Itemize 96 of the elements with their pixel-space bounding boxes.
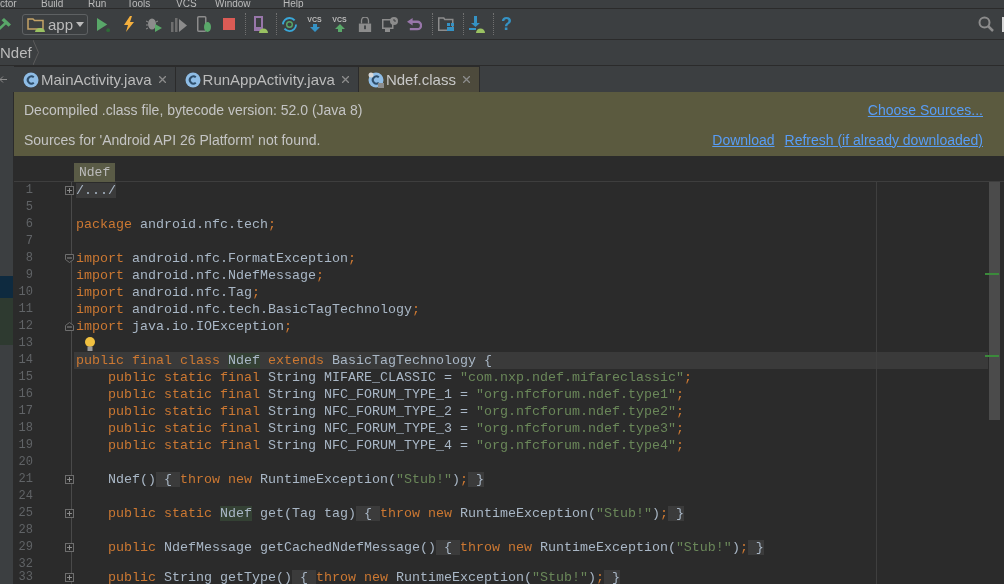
change-marker	[985, 355, 999, 357]
chevron-icon	[32, 40, 39, 65]
menu-item[interactable]: Build	[41, 0, 64, 8]
code-line: public String getType() { throw new RuntimeException("Stub!"); }	[107, 573, 620, 582]
line-number: 29	[17, 539, 33, 556]
toolbar-edge-widget	[1002, 16, 1004, 32]
expand-icon[interactable]	[65, 475, 74, 484]
code-line: public static final String NFC_FORUM_TYPE_1 = "org.nfcforum.ndef.type1";	[107, 386, 684, 403]
help-button[interactable]: ?	[494, 12, 519, 36]
code-line: import android.nfc.FormatException;	[76, 250, 356, 267]
class-icon	[184, 71, 201, 88]
line-number: 15	[17, 369, 33, 386]
line-number: 11	[17, 301, 33, 318]
scrollbar-thumb[interactable]	[989, 182, 1000, 420]
line-number: 10	[17, 284, 33, 301]
code-line: public static Ndef get(Tag tag) { throw new RuntimeException("Stub!"); }	[107, 505, 684, 522]
change-marker	[985, 273, 999, 275]
menu-item[interactable]: VCS	[176, 0, 197, 8]
play-icon[interactable]	[97, 16, 110, 32]
download-android-icon[interactable]	[468, 15, 485, 33]
banner-message: Decompiled .class file, bytecode version: 52.0 (Java 8)	[24, 100, 363, 120]
code-line: public final class Ndef extends BasicTagTechnology {	[76, 352, 492, 369]
code-line: public static final String NFC_FORUM_TYPE_4 = "org.nfcforum.ndef.type4";	[107, 437, 684, 454]
collapse-icon[interactable]	[65, 254, 74, 263]
line-number: 9	[24, 267, 33, 284]
line-number: 7	[24, 233, 33, 250]
arrow-left-icon[interactable]	[0, 75, 7, 83]
line-number: 19	[17, 437, 33, 454]
line-number: 8	[24, 250, 33, 267]
menu-item[interactable]: ctor	[0, 0, 17, 8]
folder-android-icon	[27, 16, 45, 32]
code-line: public static final String NFC_FORUM_TYPE_3 = "org.nfcforum.ndef.type3";	[107, 420, 684, 437]
hammer-icon[interactable]	[0, 16, 12, 32]
line-number: 20	[17, 454, 33, 471]
line-number: 21	[17, 471, 33, 488]
close-icon[interactable]	[341, 76, 349, 83]
phone-android-icon[interactable]	[251, 15, 268, 33]
code-line: import android.nfc.Tag;	[76, 284, 260, 301]
line-number: 6	[24, 216, 33, 233]
close-icon[interactable]	[158, 76, 166, 83]
code-line: import android.nfc.NdefMessage;	[76, 267, 324, 284]
class-icon	[23, 71, 39, 88]
line-number: 33	[17, 573, 33, 582]
stop-icon[interactable]	[222, 18, 235, 30]
menu-item[interactable]: Window	[215, 0, 251, 8]
locked-class-icon	[367, 71, 384, 88]
editor-tab[interactable]: RunAppActivity.java	[175, 66, 359, 92]
highlight-strip	[0, 298, 13, 345]
arrow-down-icon	[309, 24, 320, 32]
close-icon[interactable]	[462, 76, 470, 83]
arrow-up-icon	[334, 24, 345, 32]
breadcrumb-item[interactable]: Ndef	[0, 40, 32, 65]
lightbulb-icon[interactable]	[85, 336, 95, 351]
run-configuration-dropdown[interactable]: app	[22, 13, 88, 35]
search-icon[interactable]	[978, 16, 994, 32]
code-line: import android.nfc.tech.BasicTagTechnology;	[76, 301, 420, 318]
line-number: 32	[17, 556, 33, 571]
line-number: 14	[17, 352, 33, 369]
expand-icon[interactable]	[65, 186, 74, 195]
expand-icon[interactable]	[65, 543, 74, 552]
line-number: 12	[17, 318, 33, 335]
banner-message: Sources for 'Android API 26 Platform' not found.	[24, 130, 321, 150]
code-line: Ndef() { throw new RuntimeException("Stub!"); }	[107, 471, 484, 488]
padlock-icon[interactable]	[357, 16, 372, 32]
line-number: 5	[24, 199, 33, 216]
phone-bug-icon[interactable]	[196, 16, 211, 32]
caret-icon	[76, 21, 85, 27]
window-panels-icon[interactable]	[437, 17, 454, 31]
code-line: public static final String NFC_FORUM_TYPE_2 = "org.nfcforum.ndef.type2";	[107, 403, 684, 420]
expand-icon[interactable]	[65, 573, 74, 582]
lightning-icon[interactable]	[123, 16, 134, 32]
line-number: 25	[17, 505, 33, 522]
line-number: 1	[24, 182, 33, 199]
line-number: 18	[17, 420, 33, 437]
selection-strip	[0, 276, 13, 298]
line-number: 13	[17, 335, 33, 352]
menu-item[interactable]: Run	[88, 0, 107, 8]
collapse-icon[interactable]	[65, 322, 74, 331]
sync-icon[interactable]	[282, 16, 297, 32]
line-number: 16	[17, 386, 33, 403]
line-number: 28	[17, 522, 33, 539]
menu-item[interactable]: Tools	[127, 0, 151, 8]
line-number: 17	[17, 403, 33, 420]
code-line: import java.io.IOException;	[76, 318, 292, 335]
line-number: 24	[17, 488, 33, 505]
undo-arrow-icon[interactable]	[407, 17, 422, 31]
editor-tab[interactable]: MainActivity.java	[14, 66, 176, 92]
code-line: public NdefMessage getCachedNdefMessage() { throw new RuntimeException("Stub!"); }	[107, 539, 764, 556]
code-line: package android.nfc.tech;	[76, 216, 276, 233]
bug-play-icon[interactable]	[145, 16, 162, 32]
structure-breadcrumb[interactable]: Ndef	[74, 163, 116, 183]
monitor-clock-icon[interactable]	[381, 16, 398, 32]
bars-play-icon[interactable]	[170, 16, 187, 32]
expand-icon[interactable]	[65, 509, 74, 518]
editor-tab[interactable]: Ndef.class	[358, 66, 480, 92]
code-line: public static final String MIFARE_CLASSIC = "com.nxp.ndef.mifareclassic";	[107, 369, 692, 386]
